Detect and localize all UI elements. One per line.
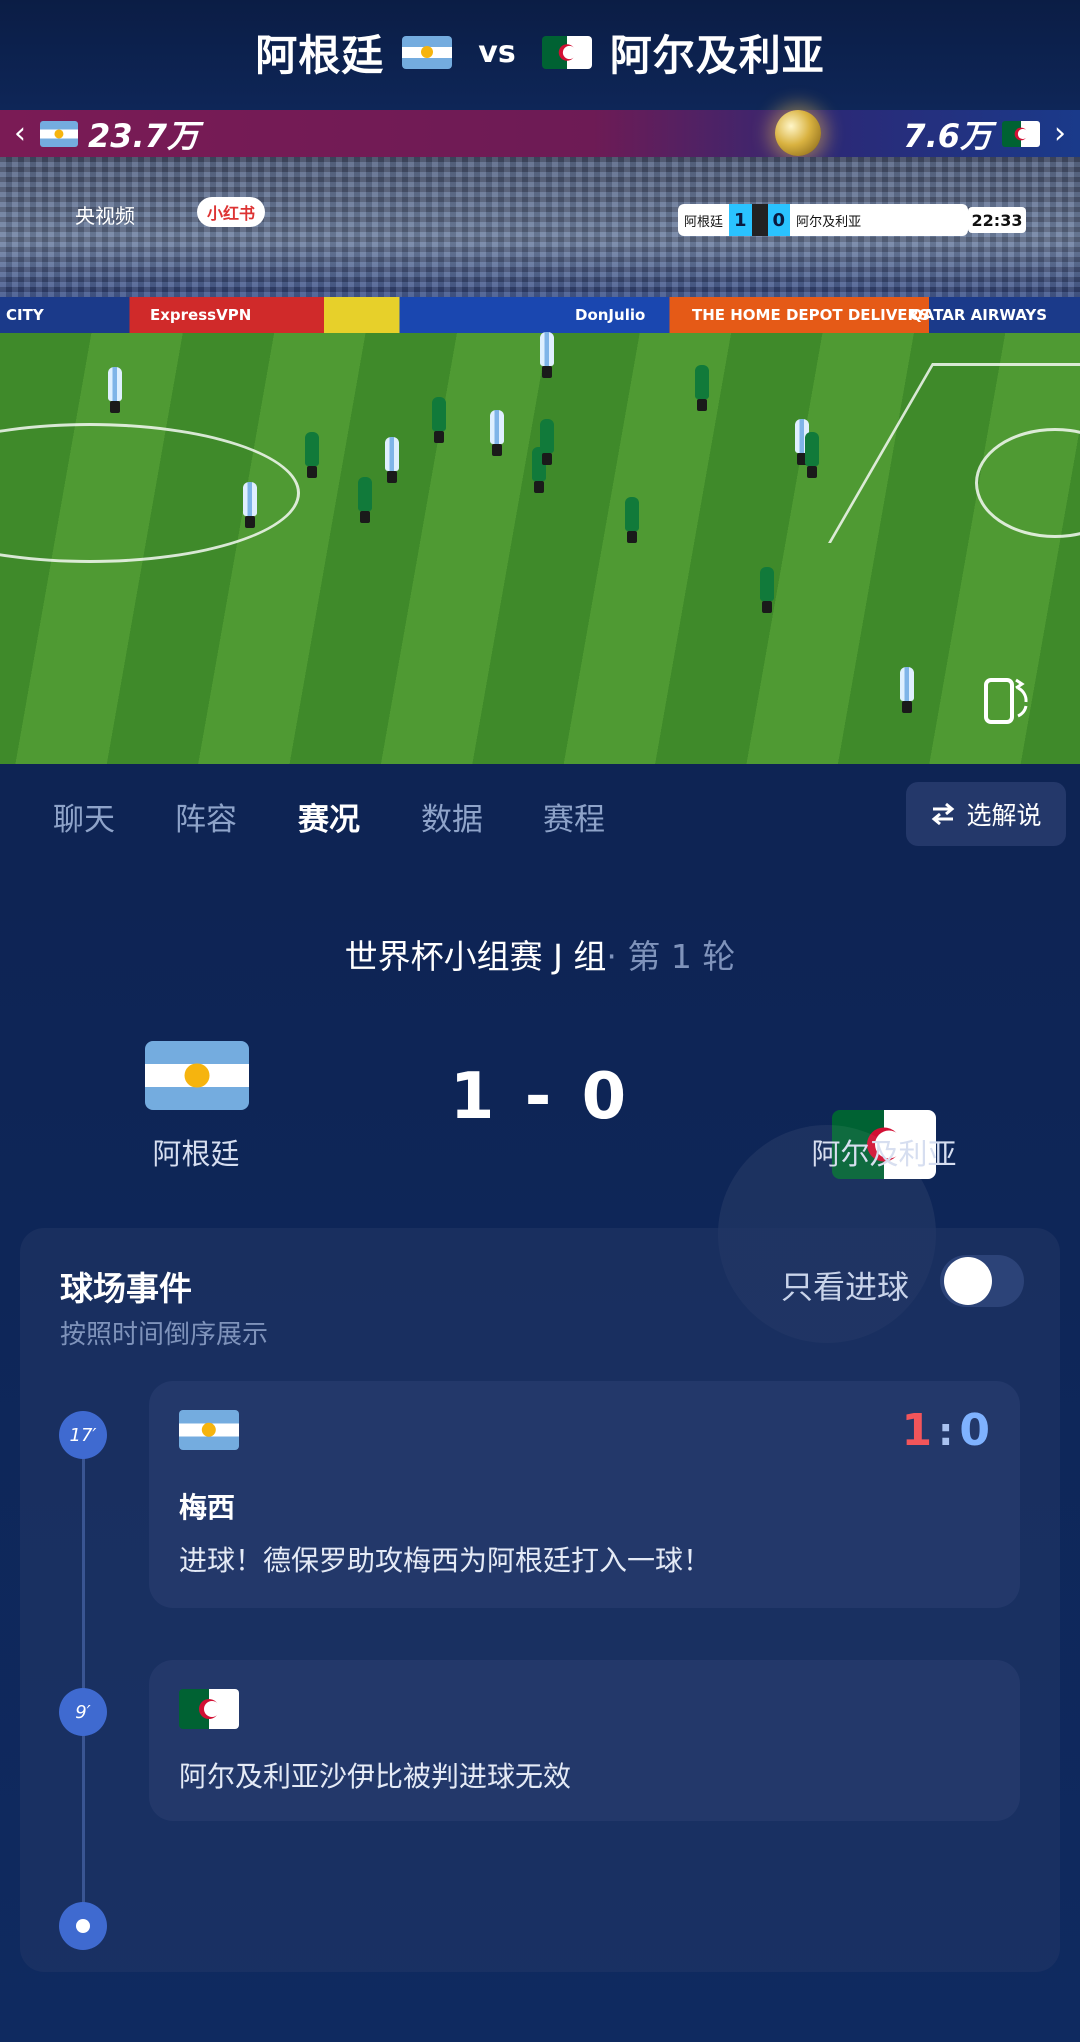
ad-text: THE HOME DEPOT DELIVERS	[692, 306, 930, 324]
event-score-away: 0	[959, 1405, 990, 1456]
scorebug-home: 阿根廷	[684, 214, 724, 230]
events-subtitle: 按照时间倒序展示	[60, 1320, 269, 1350]
player	[108, 367, 122, 413]
player	[490, 410, 504, 456]
timeline-end-dot	[59, 1902, 107, 1950]
support-bar[interactable]: ‹ 23.7万 7.6万 ›	[0, 110, 1080, 157]
player	[625, 497, 639, 543]
ad-text: QATAR AIRWAYS	[910, 306, 1048, 324]
player	[243, 482, 257, 528]
scorebug-home-score: 1	[729, 204, 752, 236]
player	[695, 365, 709, 411]
home-support-count: 23.7万	[88, 116, 199, 155]
argentina-flag-icon	[145, 1041, 249, 1110]
argentina-flag-icon	[179, 1410, 239, 1450]
match-title: 阿根廷 vs 阿尔及利亚	[0, 14, 1080, 90]
event-minute-badge: 17′	[59, 1411, 107, 1459]
algeria-flag-icon	[179, 1689, 239, 1729]
scorebug-time: 22:33	[968, 207, 1026, 233]
argentina-flag-icon	[402, 35, 453, 69]
event-minute-badge: 9′	[59, 1688, 107, 1736]
goals-only-label: 只看进球	[781, 1268, 910, 1306]
scorebug-away: 阿尔及利亚	[796, 214, 862, 230]
app-watermark: 小红书	[197, 197, 265, 227]
ad-text: DonJulio	[575, 306, 646, 324]
timeline-line	[82, 1435, 85, 1925]
event-score-home: 1	[901, 1405, 933, 1456]
scorebug: 阿根廷 1 0 阿尔及利亚	[678, 204, 968, 236]
header-home-team: 阿根廷	[255, 30, 385, 80]
competition-round: · 第 1 轮	[606, 937, 736, 976]
ad-text: ExpressVPN	[150, 306, 252, 324]
player	[305, 432, 319, 478]
events-title: 球场事件	[60, 1269, 192, 1308]
player	[540, 419, 554, 465]
chevron-right-icon[interactable]: ›	[1040, 116, 1080, 151]
player	[900, 667, 914, 713]
argentina-flag-icon	[40, 120, 78, 147]
algeria-flag-icon	[541, 35, 592, 69]
soccer-ball-icon	[775, 110, 821, 156]
select-commentary-button[interactable]: 选解说	[906, 782, 1066, 846]
event-player-name: 梅西	[179, 1491, 236, 1524]
rotate-screen-icon[interactable]	[982, 672, 1032, 726]
swap-icon	[932, 802, 955, 826]
event-description: 阿尔及利亚沙伊比被判进球无效	[179, 1760, 572, 1793]
video-player[interactable]: CITY ExpressVPN DonJulio THE HOME DEPOT …	[0, 157, 1080, 764]
broadcaster-logo: 央视频	[75, 204, 135, 228]
player	[385, 437, 399, 483]
tab-stats[interactable]: 数据	[421, 794, 483, 839]
event-card-goal[interactable]: 1:0 梅西 进球！德保罗助攻梅西为阿根廷打入一球！	[149, 1381, 1020, 1608]
event-score: 1:0	[902, 1405, 990, 1456]
chevron-left-icon[interactable]: ‹	[0, 116, 40, 151]
trophy-icon	[751, 204, 768, 236]
away-support-count: 7.6万	[903, 116, 992, 155]
player	[358, 477, 372, 523]
player	[805, 432, 819, 478]
tab-lineup[interactable]: 阵容	[175, 794, 237, 839]
select-commentary-label: 选解说	[966, 801, 1042, 830]
scorebug-away-score: 0	[767, 204, 791, 236]
goals-only-toggle[interactable]	[940, 1255, 1024, 1307]
ad-board: CITY ExpressVPN DonJulio THE HOME DEPOT …	[0, 297, 1080, 333]
pitch	[0, 333, 1080, 764]
player	[760, 567, 774, 613]
match-score: 1 - 0	[449, 1060, 631, 1134]
home-team-name[interactable]: 阿根廷	[66, 1131, 326, 1173]
header-away-team: 阿尔及利亚	[609, 30, 825, 80]
player	[540, 332, 554, 378]
algeria-flag-icon	[1002, 120, 1040, 147]
tab-match-status[interactable]: 赛况	[298, 794, 360, 839]
tab-schedule[interactable]: 赛程	[543, 794, 605, 839]
tab-chat[interactable]: 聊天	[53, 794, 115, 839]
ad-text: CITY	[6, 306, 44, 324]
event-score-separator: :	[938, 1410, 954, 1454]
competition-title: 世界杯小组赛 J 组· 第 1 轮	[0, 930, 1080, 978]
event-description: 进球！德保罗助攻梅西为阿根廷打入一球！	[179, 1544, 712, 1577]
player	[432, 397, 446, 443]
header-vs: vs	[478, 34, 516, 70]
competition-name: 世界杯小组赛 J 组	[344, 937, 607, 976]
event-card[interactable]: 阿尔及利亚沙伊比被判进球无效	[149, 1660, 1020, 1821]
